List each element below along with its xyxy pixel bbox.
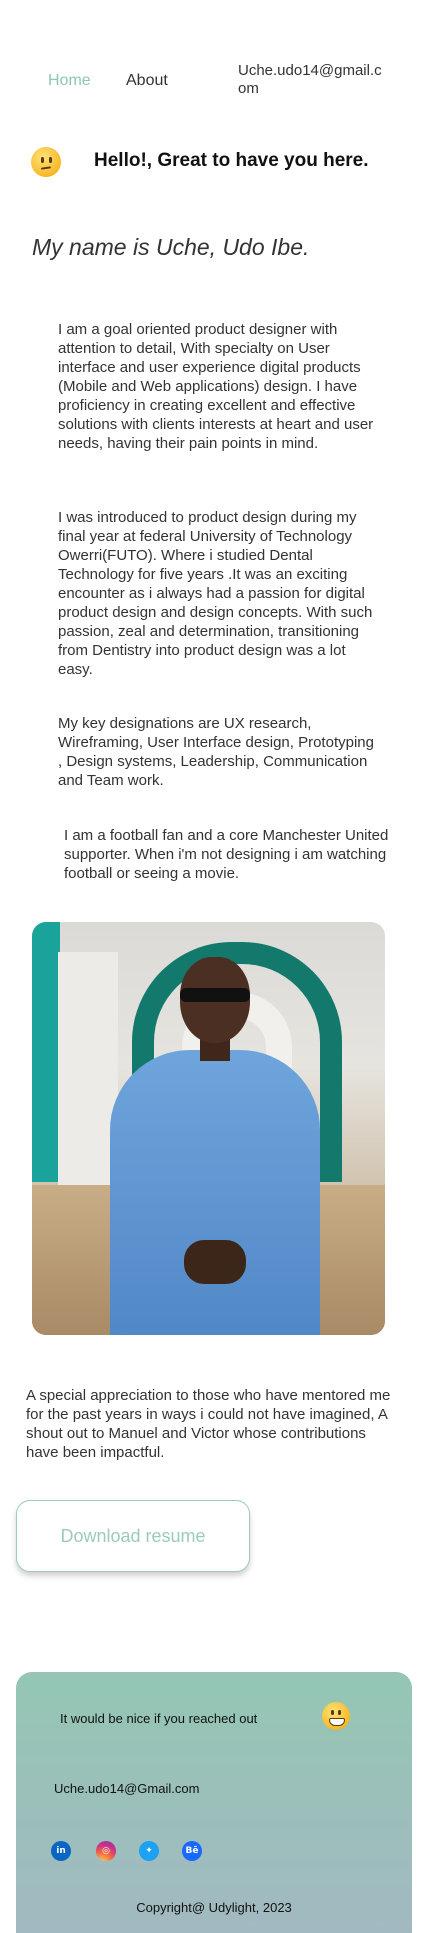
- about-paragraph-1: I am a goal oriented product designer wi…: [58, 321, 374, 452]
- about-paragraph-4: I am a football fan and a core Mancheste…: [64, 827, 389, 882]
- profile-photo: [32, 922, 385, 1335]
- footer-reach-text: It would be nice if you reached out: [60, 1711, 258, 1726]
- twitter-icon[interactable]: ✦: [139, 1841, 159, 1861]
- copyright-text: Copyright@ Udylight, 2023: [136, 1900, 292, 1915]
- about-paragraph-3: My key designations are UX research, Wir…: [58, 715, 374, 789]
- about-paragraph-2: I was introduced to product design durin…: [58, 509, 373, 678]
- greeting-heading: Hello!, Great to have you here.: [94, 150, 369, 171]
- download-resume-button[interactable]: Download resume: [16, 1500, 250, 1572]
- grinning-face-icon: [322, 1702, 350, 1730]
- behance-icon[interactable]: Bē: [182, 1841, 202, 1861]
- nav-email-link[interactable]: Uche.udo14@gmail.com: [238, 62, 388, 98]
- appreciation-paragraph: A special appreciation to those who have…: [26, 1387, 391, 1461]
- nav-home-link[interactable]: Home: [48, 72, 91, 90]
- nav-about-link[interactable]: About: [126, 72, 168, 90]
- footer-email-link[interactable]: Uche.udo14@Gmail.com: [54, 1781, 199, 1796]
- instagram-icon[interactable]: ◎: [96, 1841, 116, 1861]
- linkedin-icon[interactable]: in: [51, 1841, 71, 1861]
- name-heading: My name is Uche, Udo Ibe.: [32, 234, 310, 260]
- slightly-smiling-face-icon: [31, 147, 61, 177]
